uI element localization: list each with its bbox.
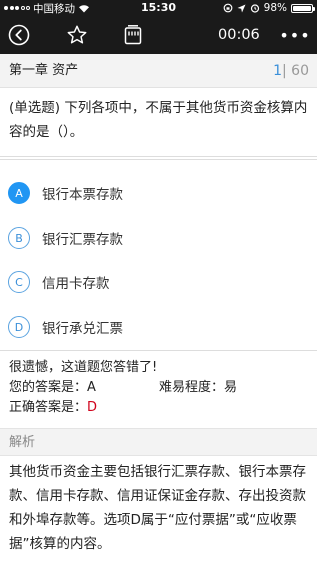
your-answer-row: 您的答案是：A 难易程度：易: [9, 378, 309, 398]
location-icon: [237, 4, 246, 12]
divider: [0, 156, 317, 157]
question-text: (单选题) 下列各项中，不属于其他货币资金核算内容的是（）。: [9, 100, 308, 140]
option-label: 银行本票存款: [42, 187, 123, 203]
battery-fill: [293, 5, 311, 11]
result-message: 很遗憾，这道题您答错了!: [9, 360, 158, 375]
option-label: 银行承兑汇票: [42, 321, 123, 337]
divider: [0, 350, 317, 351]
question-progress: 1| 60: [273, 54, 309, 88]
option-d[interactable]: D 银行承兑汇票: [8, 314, 308, 340]
option-label: 信用卡存款: [42, 276, 110, 292]
back-button[interactable]: [6, 16, 32, 54]
more-icon: •••: [279, 25, 311, 45]
favorite-button[interactable]: [64, 16, 90, 54]
answer-card-icon: [124, 25, 142, 45]
option-letter-circle: A: [8, 182, 30, 204]
analysis-header: 解析: [0, 428, 317, 456]
total-question-count: 60: [291, 63, 309, 79]
correct-answer-label: 正确答案是：: [9, 400, 88, 415]
rotation-lock-icon: [223, 3, 233, 13]
difficulty-value: 易: [224, 380, 238, 395]
progress-separator: |: [282, 63, 292, 79]
answer-card-button[interactable]: [120, 16, 146, 54]
analysis-text: 其他货币资金主要包括银行汇票存款、银行本票存款、信用卡存款、信用证保证金存款、存…: [9, 464, 306, 552]
battery-percent: 98%: [263, 2, 287, 14]
status-bar: 中国移动 15:30 98%: [0, 0, 317, 16]
star-icon: [67, 25, 87, 44]
difficulty-label: 难易程度：: [159, 380, 225, 395]
battery-icon: [291, 3, 315, 13]
correct-answer-value: D: [87, 400, 98, 415]
option-letter-circle: C: [8, 271, 30, 293]
option-c[interactable]: C 信用卡存款: [8, 269, 308, 295]
chapter-title: 第一章 资产: [9, 63, 79, 78]
nav-bar: 00:06 •••: [0, 16, 317, 54]
option-label: 银行汇票存款: [42, 232, 123, 248]
status-right: 98%: [223, 0, 315, 16]
timer: 00:06: [218, 27, 260, 43]
option-a[interactable]: A 银行本票存款: [8, 180, 308, 206]
alarm-icon: [250, 4, 259, 13]
option-letter-circle: D: [8, 316, 30, 338]
more-button[interactable]: •••: [279, 16, 309, 54]
correct-answer-row: 正确答案是：D: [9, 398, 309, 418]
your-answer-value: A: [87, 380, 96, 395]
analysis-label: 解析: [9, 435, 36, 450]
back-icon: [8, 24, 30, 46]
option-b[interactable]: B 银行汇票存款: [8, 225, 308, 251]
chapter-bar: 第一章 资产 1| 60: [0, 54, 317, 88]
your-answer-label: 您的答案是：: [9, 380, 88, 395]
option-letter-circle: B: [8, 227, 30, 249]
divider: [0, 159, 317, 160]
current-question-number: 1: [273, 63, 282, 79]
answer-result: 很遗憾，这道题您答错了! 您的答案是：A 难易程度：易 正确答案是：D: [9, 358, 309, 418]
difficulty-row: 难易程度：易: [159, 378, 237, 398]
